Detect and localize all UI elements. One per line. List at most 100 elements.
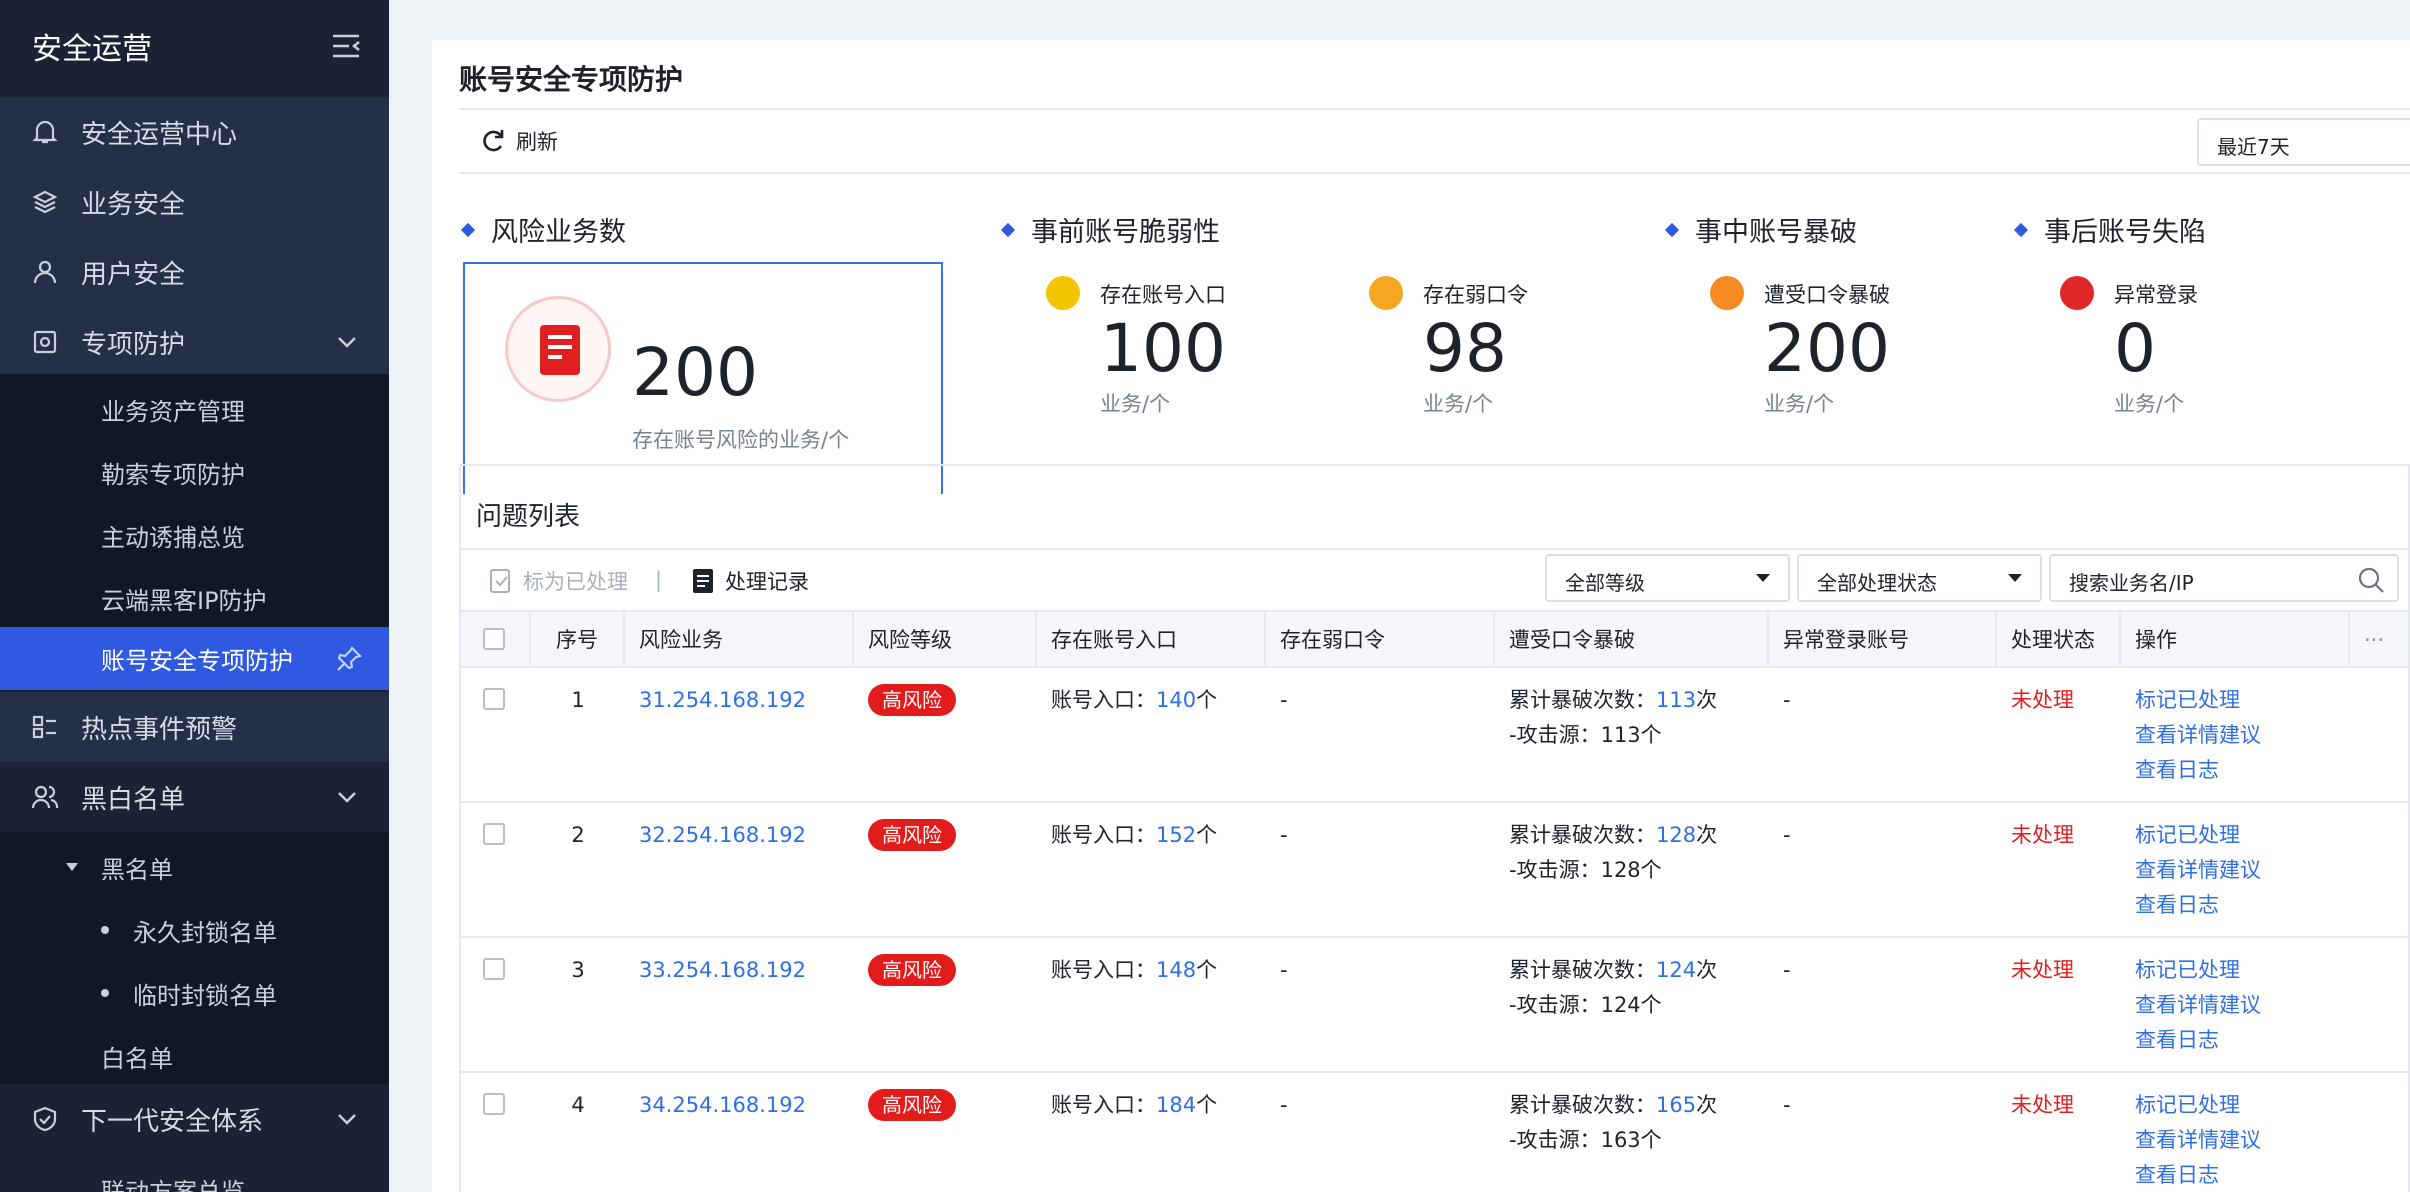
level-select-value: 全部等级: [1565, 571, 1645, 595]
entry-count-link[interactable]: 148: [1156, 958, 1196, 982]
table-row: 2 32.254.168.192 高风险 账号入口：152个 - 累计暴破次数：…: [461, 803, 2408, 938]
sidebar-item-business-security[interactable]: 业务安全: [0, 167, 389, 237]
brute-count-link[interactable]: 128: [1656, 823, 1696, 847]
sidebar-item-label: 安全运营中心: [81, 119, 238, 150]
risk-level-badge: 高风险: [868, 684, 956, 716]
metric-value: 200: [1764, 310, 1890, 387]
view-log-link[interactable]: 查看日志: [2135, 888, 2261, 923]
collapse-menu-icon[interactable]: [331, 33, 361, 59]
sidebar-item-blackwhite-list[interactable]: 黑白名单: [0, 762, 389, 832]
section-post-title: 事后账号失陷: [2013, 210, 2206, 249]
sidebar-item-honeypot[interactable]: 主动诱捕总览: [0, 500, 389, 570]
entry-prefix: 账号入口：: [1051, 688, 1156, 712]
brute-count-link[interactable]: 124: [1656, 958, 1696, 982]
risk-business-link[interactable]: 33.254.168.192: [639, 953, 806, 988]
view-log-link[interactable]: 查看日志: [2135, 753, 2261, 788]
view-log-link[interactable]: 查看日志: [2135, 1023, 2261, 1058]
view-detail-link[interactable]: 查看详情建议: [2135, 988, 2261, 1023]
brute-count-link[interactable]: 113: [1656, 688, 1696, 712]
view-detail-link[interactable]: 查看详情建议: [2135, 853, 2261, 888]
entry-unit: 个: [1196, 823, 1218, 847]
sidebar-item-blacklist[interactable]: 黑名单: [0, 832, 389, 902]
sidebar-item-hot-events[interactable]: 热点事件预警: [0, 692, 389, 762]
bullet-icon: [101, 926, 109, 934]
divider: [461, 548, 2408, 550]
attack-source: -攻击源：124个: [1509, 993, 1662, 1017]
sidebar-item-temporary-block[interactable]: 临时封锁名单: [0, 958, 389, 1028]
row-checkbox[interactable]: [483, 688, 505, 710]
metric-brute-force[interactable]: 遭受口令暴破 200 业务/个: [1710, 276, 1970, 426]
sidebar-item-label: 主动诱捕总览: [101, 523, 245, 552]
view-detail-link[interactable]: 查看详情建议: [2135, 718, 2261, 753]
sidebar-item-label: 热点事件预警: [81, 714, 238, 745]
user-icon: [33, 260, 57, 284]
bell-icon: [32, 120, 58, 144]
sidebar-item-whitelist[interactable]: 白名单: [0, 1021, 389, 1091]
risk-business-link[interactable]: 32.254.168.192: [639, 818, 806, 853]
refresh-button[interactable]: 刷新: [480, 126, 558, 156]
mark-processed-link[interactable]: 标记已处理: [2135, 953, 2261, 988]
abnormal-login-cell: -: [1783, 688, 1791, 712]
status-select[interactable]: 全部处理状态: [1797, 554, 2042, 602]
search-icon[interactable]: [2357, 566, 2385, 594]
section-risk-title: 风险业务数: [460, 210, 626, 249]
sidebar-item-user-security[interactable]: 用户安全: [0, 237, 389, 307]
entry-unit: 个: [1196, 958, 1218, 982]
level-select[interactable]: 全部等级: [1545, 554, 1790, 602]
pin-icon[interactable]: [335, 645, 363, 673]
sidebar-item-permanent-block[interactable]: 永久封锁名单: [0, 895, 389, 965]
metric-abnormal-login[interactable]: 异常登录 0 业务/个: [2060, 276, 2320, 426]
brute-count-link[interactable]: 165: [1656, 1093, 1696, 1117]
entry-count-link[interactable]: 152: [1156, 823, 1196, 847]
entry-count-link[interactable]: 140: [1156, 688, 1196, 712]
row-checkbox[interactable]: [483, 958, 505, 980]
divider: [459, 108, 2410, 110]
diamond-icon: [1664, 222, 1680, 237]
sidebar-item-cloud-hacker-ip[interactable]: 云端黑客IP防护: [0, 563, 389, 633]
warning-icon: [1710, 276, 1744, 310]
sidebar-item-account-security[interactable]: 账号安全专项防护: [0, 627, 389, 690]
sidebar-item-asset-management[interactable]: 业务资产管理: [0, 374, 389, 444]
sidebar-item-soc[interactable]: 安全运营中心: [0, 97, 389, 167]
sidebar-item-label: 永久封锁名单: [133, 918, 277, 947]
select-all-checkbox[interactable]: [483, 628, 505, 650]
sidebar-item-ransomware[interactable]: 勒索专项防护: [0, 437, 389, 507]
brute-cell: 累计暴破次数：124次 -攻击源：124个: [1509, 953, 1717, 1023]
table-row: 4 34.254.168.192 高风险 账号入口：184个 - 累计暴破次数：…: [461, 1073, 2408, 1192]
view-detail-link[interactable]: 查看详情建议: [2135, 1123, 2261, 1158]
metric-account-entry[interactable]: 存在账号入口 100 业务/个: [1046, 276, 1306, 426]
table-row: 3 33.254.168.192 高风险 账号入口：148个 - 累计暴破次数：…: [461, 938, 2408, 1073]
document-icon: [505, 296, 611, 402]
sidebar-item-next-gen[interactable]: 下一代安全体系: [0, 1084, 389, 1154]
sidebar-item-special-protection[interactable]: 专项防护: [0, 307, 389, 377]
risk-business-link[interactable]: 31.254.168.192: [639, 683, 806, 718]
section-title-text: 事前账号脆弱性: [1031, 217, 1220, 248]
risk-level-cell: 高风险: [868, 1088, 956, 1123]
mark-processed-link[interactable]: 标记已处理: [2135, 1088, 2261, 1123]
time-range-select[interactable]: 最近7天: [2197, 118, 2410, 166]
row-checkbox[interactable]: [483, 823, 505, 845]
row-checkbox[interactable]: [483, 1093, 505, 1115]
metric-weak-password[interactable]: 存在弱口令 98 业务/个: [1369, 276, 1629, 426]
brute-unit: 次: [1696, 958, 1718, 982]
metric-value: 98: [1423, 310, 1507, 387]
brute-cell: 累计暴破次数：165次 -攻击源：163个: [1509, 1088, 1717, 1158]
view-log-link[interactable]: 查看日志: [2135, 1158, 2261, 1192]
chevron-down-icon: [338, 792, 356, 803]
entry-count-link[interactable]: 184: [1156, 1093, 1196, 1117]
sidebar-item-linkage-overview[interactable]: 联动方案总览: [0, 1154, 389, 1192]
mark-processed-link[interactable]: 标记已处理: [2135, 818, 2261, 853]
risk-business-card[interactable]: 200 存在账号风险的业务/个: [463, 262, 943, 494]
sidebar-item-label: 账号安全专项防护: [101, 647, 293, 675]
ops-cell: 标记已处理 查看详情建议 查看日志: [2135, 1088, 2261, 1192]
unlock-icon: [1369, 276, 1403, 310]
search-input[interactable]: 搜索业务名/IP: [2049, 554, 2399, 602]
sidebar-item-label: 临时封锁名单: [133, 981, 277, 1010]
entry-cell: 账号入口：140个: [1051, 683, 1217, 718]
mark-processed-button[interactable]: 标为已处理: [489, 566, 628, 596]
mark-processed-link[interactable]: 标记已处理: [2135, 683, 2261, 718]
process-log-button[interactable]: 处理记录: [691, 566, 809, 596]
column-settings-icon[interactable]: ···: [2350, 612, 2410, 668]
risk-business-link[interactable]: 34.254.168.192: [639, 1088, 806, 1123]
header-select-all-cell: [461, 612, 531, 668]
